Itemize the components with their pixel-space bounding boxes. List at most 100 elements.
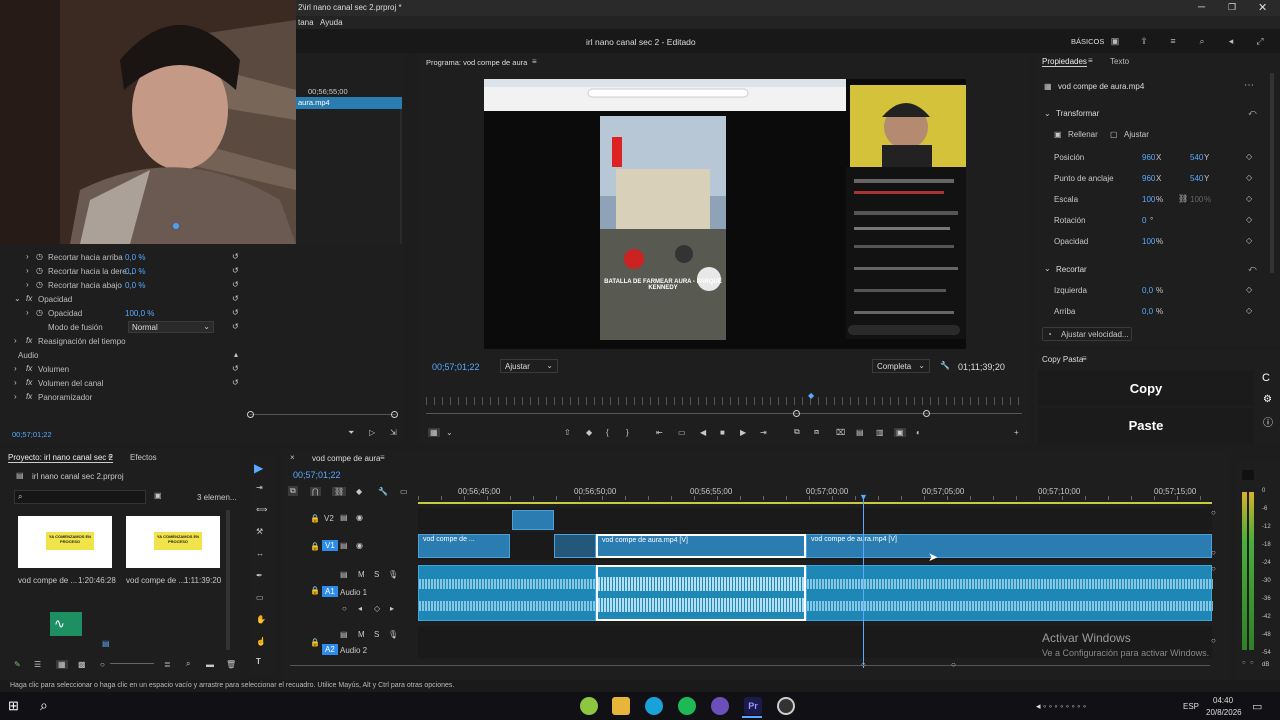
hand-icon[interactable]: ✋ [256,615,266,624]
file-explorer-icon[interactable] [612,697,630,715]
audio-clip[interactable] [806,565,1213,621]
snap-icon[interactable]: ⋂ [310,486,321,496]
mark-out-icon[interactable]: } [626,428,629,437]
search-icon[interactable]: ⌕ [1197,36,1207,46]
clip-v1-selected[interactable]: vod compe de aura.mp4 [V] [596,534,806,558]
mark-in-icon[interactable]: { [606,428,609,437]
fit-icon[interactable]: ▢ [1110,130,1118,139]
more-icon[interactable]: ⋯ [1244,80,1254,91]
property-value[interactable]: 0,0 [1142,286,1153,295]
collapse-icon[interactable]: ⌄ [1044,109,1051,118]
lane-a1[interactable] [418,564,1213,622]
solo-left-icon[interactable]: ○ [1242,660,1246,666]
tab-effects[interactable]: Efectos [130,453,157,462]
keyframe-icon[interactable]: ◇ [1246,173,1252,182]
project-item-name[interactable]: vod compe de ... [18,576,77,585]
audio-clip-selected[interactable] [596,565,806,621]
track-id[interactable]: V1 [322,540,338,551]
fit-select[interactable]: Ajustar ⌄ [500,359,558,373]
reset-icon[interactable]: ↺ [232,322,239,331]
keyframe-icon[interactable]: ◇ [374,604,380,613]
audio-item-thumb[interactable]: ∿ [50,612,82,636]
program-zoom-bar[interactable] [426,413,1022,414]
speed-button[interactable]: ◔ Ajustar velocidad... [1042,327,1132,341]
zoom-handle-right[interactable] [923,410,930,417]
link-icon[interactable]: ⛓ [1178,194,1188,203]
playhead[interactable] [863,496,864,668]
notifications-icon[interactable]: ▭ [1252,700,1262,713]
menu-item-window[interactable]: tana [298,18,314,27]
sync-lock-icon[interactable]: ▤ [340,570,348,579]
lock-icon[interactable]: 🔒 [310,514,320,523]
work-area-bar[interactable] [418,502,1212,504]
zoom-slider-handle[interactable]: ○ [100,660,105,669]
sort-icon[interactable]: ≣ [164,660,171,669]
collapse-icon[interactable]: ⌄ [14,294,21,303]
timeline-timecode[interactable]: 00;57;01;22 [293,470,341,480]
clip-v1[interactable]: vod compe de ... [418,534,510,558]
app-icon-2[interactable] [777,697,795,715]
close-icon[interactable]: ✕ [1258,1,1267,14]
next-keyframe-icon[interactable]: ▸ [390,604,394,613]
layout-icon[interactable]: ▣ [1110,36,1120,46]
zoom-slider[interactable] [110,663,154,664]
filter-icon[interactable]: ⏷ [348,428,354,438]
trash-icon[interactable]: 🗑 [226,660,236,669]
property-value-y[interactable]: 540 [1190,153,1203,162]
cc-icon[interactable]: C [1262,372,1270,384]
export-icon[interactable]: ⇪ [1139,36,1149,46]
panel-menu-icon[interactable]: ≡ [108,452,113,461]
scroll-handle[interactable]: ○ [1211,548,1216,557]
lane-v1[interactable]: vod compe de ... vod compe de aura.mp4 [… [418,532,1212,560]
selection-tool-icon[interactable]: ▶ [254,461,263,475]
lift-icon[interactable]: ⇧ [564,428,571,437]
go-to-out-icon[interactable]: ⇥ [760,428,767,437]
track-select-icon[interactable]: ⇥ [256,483,263,492]
audio-clip[interactable] [418,565,597,621]
lock-icon[interactable]: 🔒 [310,638,320,647]
scroll-handle-left[interactable] [247,411,254,418]
wrench-icon[interactable]: 🔧 [940,361,950,370]
stopwatch-icon[interactable]: ◷ [36,266,43,275]
expand-icon[interactable]: › [14,378,17,387]
razor-icon[interactable]: ⚒ [256,527,263,536]
effect-value[interactable]: 0,0 % [125,267,145,276]
copy-button[interactable]: Copy [1038,370,1254,406]
rectangle-icon[interactable]: ▭ [256,593,264,602]
minimize-icon[interactable]: ─ [1198,2,1205,13]
reset-icon[interactable]: ↺ [232,294,239,303]
edge-icon[interactable] [645,697,663,715]
timeline-ruler[interactable]: 00;56;45;00 00;56;50;00 00;56;55;00 00;5… [418,486,1218,504]
tab-properties[interactable]: Propiedades [1042,57,1087,67]
sequence-tab[interactable]: vod compe de aura [312,454,381,463]
keyframe-icon[interactable]: ◇ [1246,215,1252,224]
gear-icon[interactable]: ⚙ [1263,394,1272,405]
effect-value[interactable]: 0,0 % [125,281,145,290]
zoom-scrollbar[interactable] [250,414,396,415]
fullscreen-icon[interactable]: ⤢ [1255,36,1265,46]
search-icon[interactable]: ⌕ [40,697,48,714]
text-tool-icon[interactable]: T [256,657,261,666]
lock-icon[interactable]: 🔒 [310,586,320,595]
add-marker-icon[interactable]: ◆ [356,487,362,496]
safe-margins-icon[interactable]: ▭ [678,428,686,437]
info-icon[interactable]: ⓘ [1263,414,1273,429]
effects-timecode[interactable]: 00;57;01;22 [12,430,52,439]
windows-start-icon[interactable]: ⊞ [8,698,19,714]
playhead-handle[interactable]: ▼ [859,492,868,502]
mic-icon[interactable]: 🎙 [388,570,398,579]
reset-icon[interactable]: ↺ [232,364,239,373]
app-icon-1[interactable] [580,697,598,715]
timeline-scrollbar[interactable] [290,665,1210,666]
effect-value[interactable]: 0,0 % [125,253,145,262]
freeform-icon[interactable]: ▩ [78,660,86,669]
step-back-icon[interactable]: ◀ [700,428,706,437]
scroll-handle[interactable]: ○ [1211,636,1216,645]
property-value-x[interactable]: 100 [1142,195,1155,204]
add-button-icon[interactable]: + [1014,428,1019,437]
fit-label[interactable]: Ajustar [1124,130,1149,139]
wrench-icon[interactable]: 🔧 [378,487,388,496]
keyframe-icon[interactable]: ◇ [1246,285,1252,294]
expand-icon[interactable]: › [26,252,29,261]
clip-v1[interactable] [554,534,596,558]
